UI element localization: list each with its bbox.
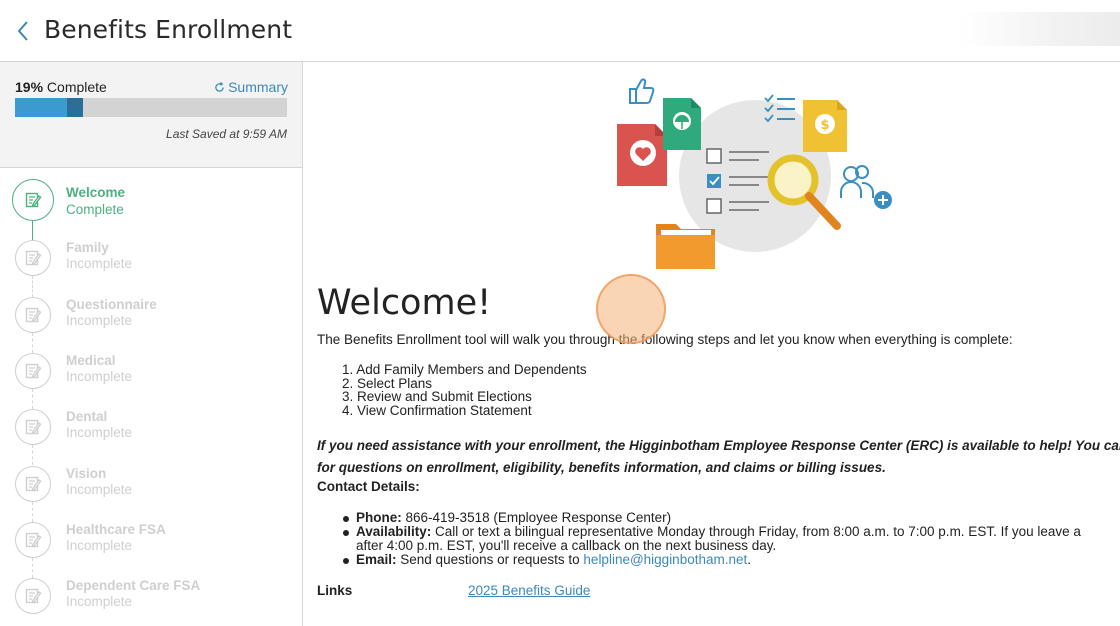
edit-document-icon bbox=[25, 307, 42, 322]
edit-document-icon bbox=[25, 419, 42, 435]
step-status: Incomplete bbox=[66, 594, 133, 610]
welcome-heading: Welcome! bbox=[317, 283, 492, 323]
edit-document-icon bbox=[25, 363, 42, 379]
header-user-area bbox=[960, 12, 1120, 46]
step-status: Incomplete bbox=[66, 425, 133, 441]
progress-percent: 19% bbox=[15, 79, 44, 95]
progress-label: 19% Complete bbox=[15, 79, 107, 95]
edit-document-icon bbox=[25, 588, 42, 604]
page-title: Benefits Enrollment bbox=[44, 15, 293, 44]
step-status: Incomplete bbox=[66, 481, 133, 497]
availability-label: Availability: bbox=[356, 524, 432, 539]
phone-label: Phone: bbox=[356, 510, 402, 525]
email-link[interactable]: helpline@higginbotham.net bbox=[583, 552, 747, 567]
contact-heading: Contact Details: bbox=[317, 479, 420, 494]
step-status: Incomplete bbox=[66, 537, 133, 553]
step-icon bbox=[12, 179, 54, 221]
links-label: Links bbox=[317, 583, 353, 598]
progress-panel: 19% Complete Summary Last Saved at 9:59 … bbox=[0, 62, 302, 168]
assistance-text: If you need assistance with your enrollm… bbox=[317, 435, 1120, 479]
step-name: Vision bbox=[66, 465, 107, 481]
step-name: Questionnaire bbox=[66, 296, 157, 312]
enrollment-steps-list: 1. Add Family Members and Dependents 2. … bbox=[342, 363, 587, 417]
refresh-icon bbox=[215, 81, 224, 92]
step-icon bbox=[15, 240, 51, 277]
edit-document-icon bbox=[25, 192, 42, 208]
last-saved: Last Saved at 9:59 AM bbox=[166, 127, 287, 141]
availability-text: Call or text a bilingual representative … bbox=[435, 524, 1081, 539]
step-icon bbox=[15, 409, 51, 446]
step-name: Welcome bbox=[66, 185, 126, 200]
sidebar-step-welcome[interactable]: Welcome Complete bbox=[0, 179, 302, 235]
step-icon bbox=[15, 521, 51, 558]
step-name: Healthcare FSA bbox=[66, 521, 166, 537]
chevron-left-icon[interactable] bbox=[13, 18, 35, 44]
list-item: 2. Select Plans bbox=[342, 375, 433, 391]
step-icon bbox=[15, 465, 51, 502]
email-label: Email: bbox=[356, 552, 397, 567]
sidebar-step-dependent-care-fsa[interactable]: Dependent Care FSA Incomplete bbox=[0, 573, 302, 626]
sidebar-step-vision[interactable]: Vision Incomplete bbox=[0, 461, 302, 517]
availability-continued: after 4:00 p.m. EST, you'll receive a ca… bbox=[356, 538, 777, 553]
summary-link[interactable]: Summary bbox=[214, 79, 288, 95]
contact-phone: Phone: 866-419-3518 (Employee Response C… bbox=[343, 510, 1081, 525]
contact-email: Email: Send questions or requests to hel… bbox=[343, 552, 1081, 567]
step-name: Medical bbox=[66, 352, 116, 368]
sidebar-step-medical[interactable]: Medical Incomplete bbox=[0, 348, 302, 404]
step-icon bbox=[15, 296, 51, 333]
step-name: Dependent Care FSA bbox=[66, 578, 201, 594]
list-item: 4. View Confirmation Statement bbox=[342, 402, 532, 418]
phone-text: 866-419-3518 (Employee Response Center) bbox=[405, 510, 672, 525]
edit-document-icon bbox=[25, 251, 42, 266]
folder-icon bbox=[656, 224, 715, 269]
step-status: Incomplete bbox=[66, 312, 133, 328]
step-status: Incomplete bbox=[66, 368, 133, 384]
health-document-icon bbox=[617, 124, 667, 186]
contact-availability: Availability: Call or text a bilingual r… bbox=[343, 524, 1081, 553]
email-period: . bbox=[747, 552, 752, 567]
list-item: 1. Add Family Members and Dependents bbox=[342, 362, 587, 377]
sidebar-step-healthcare-fsa[interactable]: Healthcare FSA Incomplete bbox=[0, 517, 302, 573]
step-status: Incomplete bbox=[66, 256, 133, 272]
edit-document-icon bbox=[25, 476, 42, 491]
app-header: Benefits Enrollment bbox=[0, 0, 1120, 62]
svg-text:$: $ bbox=[820, 118, 829, 133]
sidebar-step-questionnaire[interactable]: Questionnaire Incomplete bbox=[0, 292, 302, 348]
step-icon bbox=[15, 578, 51, 615]
progress-bar-marker bbox=[67, 98, 83, 117]
assistance-line: for questions on enrollment, eligibility… bbox=[317, 460, 886, 475]
contact-list: Phone: 866-419-3518 (Employee Response C… bbox=[343, 510, 1081, 567]
sidebar: 19% Complete Summary Last Saved at 9:59 … bbox=[0, 62, 303, 626]
edit-document-icon bbox=[25, 532, 42, 547]
intro-text: The Benefits Enrollment tool will walk y… bbox=[317, 332, 1013, 347]
thumbs-up-icon bbox=[629, 78, 655, 104]
progress-complete-text: Complete bbox=[46, 79, 107, 95]
email-text: Send questions or requests to bbox=[400, 552, 580, 567]
main-content: $ Welcome! The Benefits Enrollment tool … bbox=[303, 62, 1120, 626]
step-name: Family bbox=[66, 240, 109, 256]
enrollment-illustration: $ bbox=[603, 72, 903, 277]
sidebar-step-family[interactable]: Family Incomplete bbox=[0, 235, 302, 291]
progress-bar bbox=[15, 98, 287, 117]
add-user-icon bbox=[840, 165, 892, 209]
benefits-guide-link[interactable]: 2025 Benefits Guide bbox=[468, 583, 590, 598]
assistance-line: If you need assistance with your enrollm… bbox=[317, 438, 1120, 453]
step-status: Complete bbox=[66, 202, 124, 217]
sidebar-step-dental[interactable]: Dental Incomplete bbox=[0, 404, 302, 460]
cost-document-icon: $ bbox=[803, 100, 847, 152]
list-item: 3. Review and Submit Elections bbox=[342, 389, 532, 405]
step-name: Dental bbox=[66, 409, 108, 425]
insurance-document-icon bbox=[663, 98, 701, 150]
summary-label: Summary bbox=[228, 79, 288, 95]
step-icon bbox=[15, 352, 51, 389]
